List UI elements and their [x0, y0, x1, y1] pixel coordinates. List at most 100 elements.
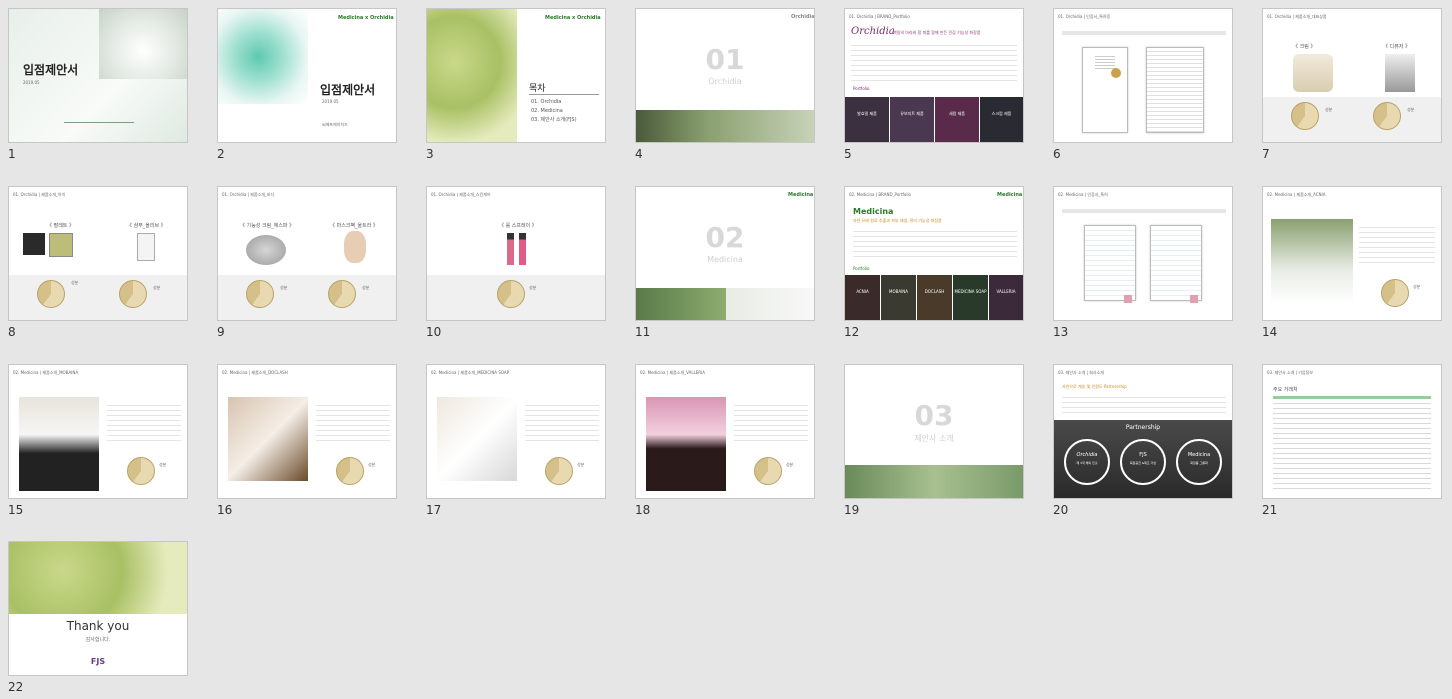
description-text — [853, 227, 1017, 261]
divider-line — [529, 94, 599, 95]
slide-thumbnail-7[interactable]: 01. Orchidia | 제품소개_대표상품 《 크림 》 《 디퓨저 》 … — [1262, 8, 1442, 161]
slide-preview: 02. Medicina | 인증서_특허 — [1053, 186, 1233, 321]
fjs-logo: FJS — [90, 657, 106, 666]
ingredient-pie-chart — [497, 280, 525, 308]
slide-preview: Thank you 감사합니다. FJS — [8, 541, 188, 676]
slide-thumbnail-16[interactable]: 02. Medicina | 제품소개_DOCLASH 성분 16 — [217, 364, 397, 517]
toc-title: 목차 — [529, 84, 546, 94]
slide-thumbnail-17[interactable]: 02. Medicina | 제품소개_MEDICINA SOAP 성분 17 — [426, 364, 606, 517]
ingredient-pie-chart — [37, 280, 65, 308]
slide-preview: 02. Medicina | 제품소개_ACNIA 성분 — [1262, 186, 1442, 321]
slide-thumbnail-4[interactable]: Orchidia 01 Orchidia 4 — [635, 8, 815, 161]
ingredient-legend: 성분 — [71, 280, 79, 285]
company-name: 씨에프에이치즈 — [322, 122, 348, 127]
slide-thumbnail-6[interactable]: 01. Orchidia | 인증서_특허증 6 — [1053, 8, 1233, 161]
slide-header: 02. Medicina | 제품소개_VALLERIA — [640, 370, 705, 375]
brand-tagline: 자연 유래 원료 추출과 피부 재생, 관리 기능성 화장품 — [853, 218, 942, 223]
watercolor-image — [427, 9, 517, 142]
slide-date: 2019.05 — [322, 99, 339, 104]
description-text — [1062, 31, 1226, 35]
ingredient-legend: 성분 — [362, 285, 370, 290]
partner-circle-orchidia: Orchidia 제 3국 해외 진출 — [1064, 439, 1110, 485]
slide-number: 12 — [844, 325, 860, 339]
slide-number: 20 — [1053, 503, 1069, 517]
description-text — [316, 401, 390, 445]
slide-thumbnail-22[interactable]: Thank you 감사합니다. FJS 22 — [8, 541, 188, 694]
slide-number: 10 — [426, 325, 442, 339]
description-text — [734, 401, 808, 445]
slide-thumbnail-13[interactable]: 02. Medicina | 인증서_특허 13 — [1053, 186, 1233, 339]
slide-thumbnail-1[interactable]: 입점제안서 2019.05 1 — [8, 8, 188, 161]
slide-preview: Medicina x Orchidia 목차 01. Orchidia 02. … — [426, 8, 606, 143]
slide-thumbnail-18[interactable]: 02. Medicina | 제품소개_VALLERIA 성분 18 — [635, 364, 815, 517]
slide-number: 15 — [8, 503, 24, 517]
cream-tin-photo — [246, 235, 286, 265]
slide-number: 3 — [426, 147, 434, 161]
slide-header: 01. Orchidia | 제품소개_스킨케어 — [431, 192, 491, 197]
roll-on-bottle-photo — [519, 233, 526, 265]
certificate-document — [1082, 47, 1128, 133]
slide-thumbnail-3[interactable]: Medicina x Orchidia 목차 01. Orchidia 02. … — [426, 8, 606, 161]
ingredient-legend: 성분 — [368, 462, 376, 467]
portfolio-tile: ACNIA — [845, 275, 880, 320]
slide-thumbnail-5[interactable]: 01. Orchidia | BRAND_Portfolio Orchidia … — [844, 8, 1024, 161]
slide-title: 입점제안서 — [320, 83, 376, 97]
product-label: 《 기능성 크림_에스파 》 — [240, 223, 295, 229]
toc-item: 02. Medicina — [531, 108, 563, 114]
ingredient-band — [218, 275, 396, 320]
partner-circle-fjs: FJS 독점공급 &제조 기반 — [1120, 439, 1166, 485]
ingredient-legend: 성분 — [1325, 107, 1333, 112]
slide-preview: 입점제안서 2019.05 — [8, 8, 188, 143]
slide-number: 2 — [217, 147, 225, 161]
certificate-document — [1084, 225, 1136, 301]
slide-thumbnail-11[interactable]: Medicina 02 Medicina 11 — [635, 186, 815, 339]
slide-preview: 01. Orchidia | BRAND_Portfolio Orchidia … — [844, 8, 1024, 143]
ingredient-pie-chart — [336, 457, 364, 485]
product-photo — [1271, 219, 1353, 303]
partnership-quote: 자연으로 계승 및 인원도 Partnership — [1062, 384, 1127, 389]
product-label: 《 마스크팩_울트라 》 — [330, 223, 378, 229]
ingredient-pie-chart — [1291, 102, 1319, 130]
slide-preview: Orchidia 01 Orchidia — [635, 8, 815, 143]
slide-preview: 02. Medicina | 제품소개_VALLERIA 성분 — [635, 364, 815, 499]
portfolio-tile: 발효밀 제품 — [845, 97, 889, 142]
slide-preview: 02. Medicina | 제품소개_MEDICINA SOAP 성분 — [426, 364, 606, 499]
slide-preview: 02. Medicina | BRAND_Portfolio Medicina … — [844, 186, 1024, 321]
logo: Medicina x Orchidia — [338, 15, 394, 21]
ingredient-pie-chart — [119, 280, 147, 308]
ingredient-legend: 성분 — [153, 285, 161, 290]
partnership-title: Partnership — [1125, 424, 1161, 431]
slide-thumbnail-9[interactable]: 01. Orchidia | 제품소개_바디 《 기능성 크림_에스파 》 《 … — [217, 186, 397, 339]
slide-thumbnail-14[interactable]: 02. Medicina | 제품소개_ACNIA 성분 14 — [1262, 186, 1442, 339]
ingredient-legend: 성분 — [577, 462, 585, 467]
ingredient-band — [1263, 97, 1441, 142]
brand-name: Orchidia — [851, 26, 895, 37]
ingredient-legend: 성분 — [1407, 107, 1415, 112]
slide-thumbnail-19[interactable]: 03 제안사 소개 19 — [844, 364, 1024, 517]
slide-thumbnail-8[interactable]: 01. Orchidia | 제품소개_아이 《 팔레트 》 《 샴푸_올리브 … — [8, 186, 188, 339]
description-text — [851, 41, 1017, 81]
slide-thumbnail-12[interactable]: 02. Medicina | BRAND_Portfolio Medicina … — [844, 186, 1024, 339]
logo: Medicina — [997, 192, 1023, 198]
slide-thumbnail-2[interactable]: Medicina x Orchidia 입점제안서 2019.05 씨에프에이치… — [217, 8, 397, 161]
slide-preview: 01. Orchidia | 제품소개_아이 《 팔레트 》 《 샴푸_올리브 … — [8, 186, 188, 321]
portfolio-tile: 유보지트 제품 — [890, 97, 934, 142]
slide-number: 6 — [1053, 147, 1061, 161]
slide-number: 4 — [635, 147, 643, 161]
table-title: 주요 거래처 — [1273, 387, 1298, 393]
powder-splash-image — [218, 9, 308, 104]
ingredient-pie-chart — [246, 280, 274, 308]
slide-thumbnail-21[interactable]: 03. 제안사 소개 | 기업정보 주요 거래처 21 — [1262, 364, 1442, 517]
section-number: 02 — [705, 221, 745, 254]
slide-thumbnail-10[interactable]: 01. Orchidia | 제품소개_스킨케어 《 롤 스프레이 》 성분 1… — [426, 186, 606, 339]
slide-thumbnail-20[interactable]: 03. 제안사 소개 | 회사소개 자연으로 계승 및 인원도 Partners… — [1053, 364, 1233, 517]
slide-preview: Medicina 02 Medicina — [635, 186, 815, 321]
ingredient-pie-chart — [328, 280, 356, 308]
logo: Orchidia — [791, 14, 815, 20]
logo: Medicina — [788, 192, 814, 198]
divider-line — [64, 122, 134, 123]
slide-preview: 01. Orchidia | 제품소개_스킨케어 《 롤 스프레이 》 성분 — [426, 186, 606, 321]
slide-thumbnail-15[interactable]: 02. Medicina | 제품소개_MOBAINA 성분 15 — [8, 364, 188, 517]
palette-photo — [49, 233, 73, 257]
slide-number: 13 — [1053, 325, 1069, 339]
